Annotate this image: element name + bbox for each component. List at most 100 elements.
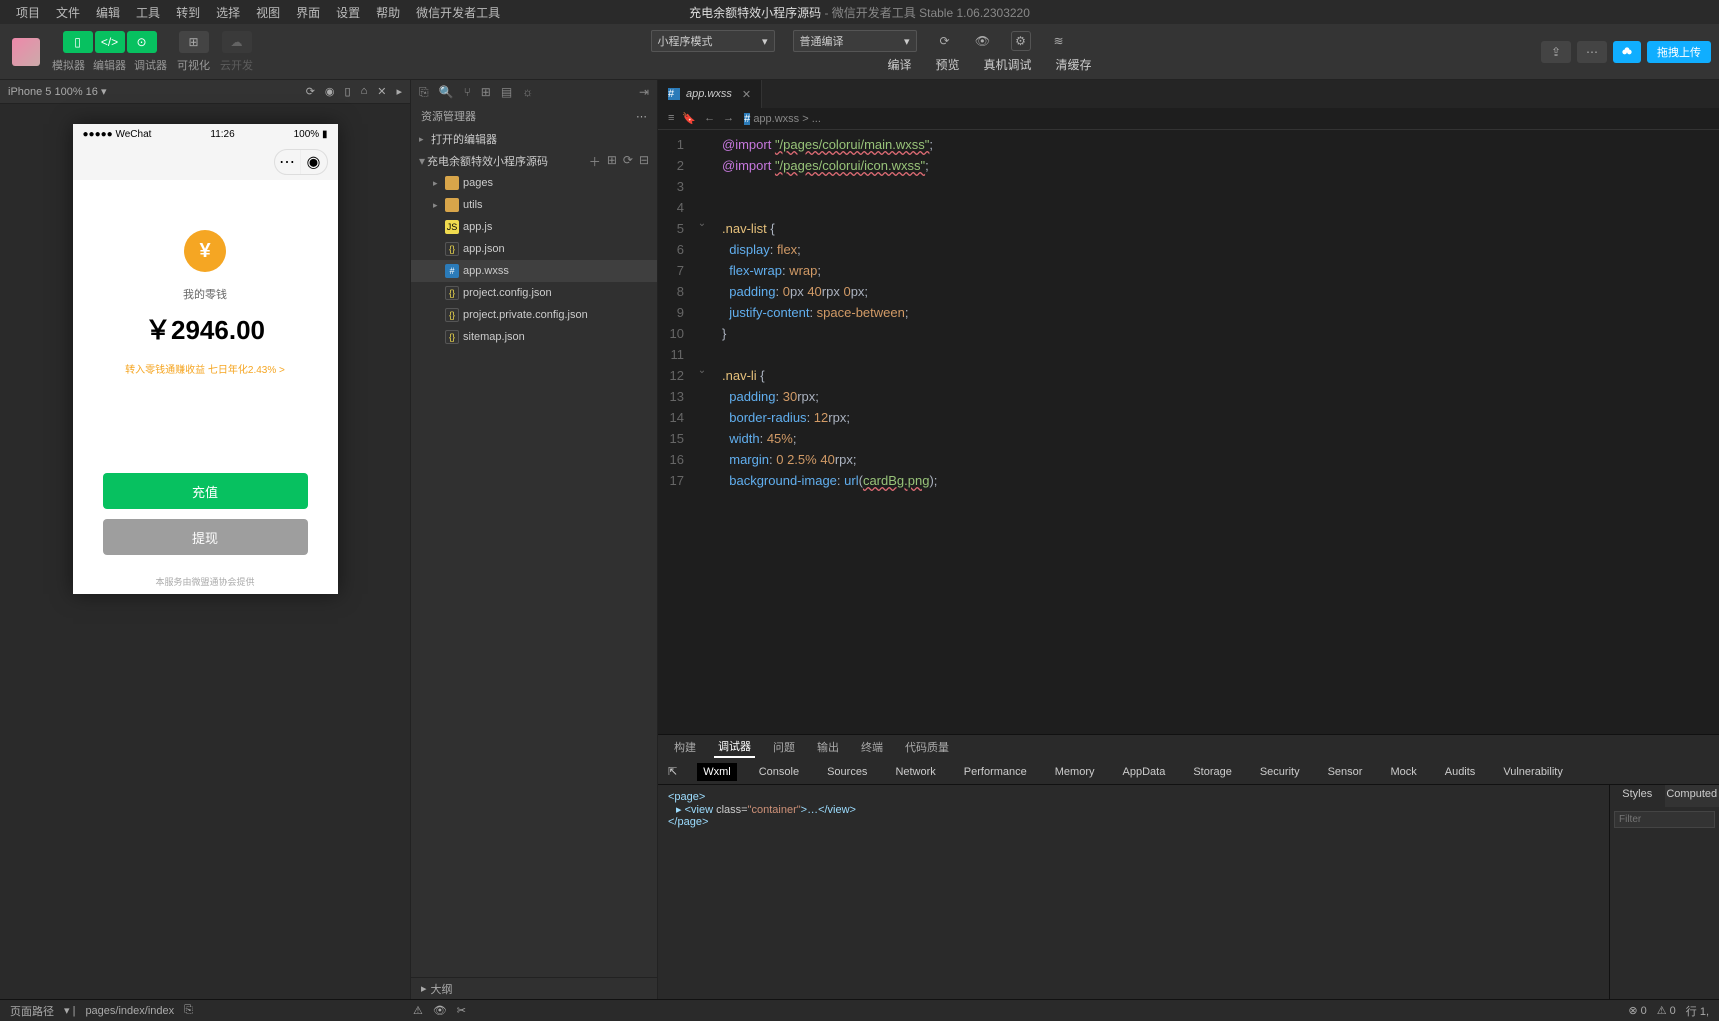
cut-icon[interactable]: ✂ <box>457 1004 466 1017</box>
capsule-menu[interactable]: ⋯ ◉ <box>274 149 328 175</box>
devtab-Storage[interactable]: Storage <box>1187 763 1238 781</box>
drag-upload-button[interactable]: 拖拽上传 <box>1647 41 1711 63</box>
menu-微信开发者工具[interactable]: 微信开发者工具 <box>408 4 508 21</box>
menu-视图[interactable]: 视图 <box>248 4 288 21</box>
err-count[interactable]: ⊗ 0 <box>1628 1004 1646 1017</box>
topup-button[interactable]: 充值 <box>103 473 308 509</box>
visual-button[interactable]: ⊞ <box>179 31 209 53</box>
code-editor[interactable]: 1234567891011121314151617 ⌄⌄ @import "/p… <box>658 130 1719 734</box>
device-selector[interactable]: iPhone 5 100% 16 ▾ <box>8 85 107 98</box>
promo-link[interactable]: 转入零钱通赚收益 七日年化2.43% > <box>125 361 285 376</box>
mute-icon[interactable]: ✕ <box>377 85 386 98</box>
db-icon[interactable]: ▤ <box>501 85 512 100</box>
inspect-icon[interactable]: ⇱ <box>668 765 677 778</box>
file-app.wxss[interactable]: #app.wxss <box>411 260 657 282</box>
menu-工具[interactable]: 工具 <box>128 4 168 21</box>
new-file-icon[interactable]: ＋ <box>589 153 601 170</box>
file-app.js[interactable]: JSapp.js <box>411 216 657 238</box>
dbg-tab-构建[interactable]: 构建 <box>670 737 700 757</box>
devtab-Security[interactable]: Security <box>1254 763 1306 781</box>
devtab-Mock[interactable]: Mock <box>1384 763 1422 781</box>
devtab-AppData[interactable]: AppData <box>1117 763 1172 781</box>
breadcrumb[interactable]: # app.wxss > ... <box>744 113 821 125</box>
refresh-icon[interactable]: ⟳ <box>306 85 315 98</box>
simulator-button[interactable]: ▯ <box>63 31 93 53</box>
menu-选择[interactable]: 选择 <box>208 4 248 21</box>
menu-界面[interactable]: 界面 <box>288 4 328 21</box>
menu-转到[interactable]: 转到 <box>168 4 208 21</box>
real-debug-icon[interactable]: ⚙ <box>1011 31 1031 51</box>
bookmark-icon[interactable]: 🔖 <box>682 112 696 125</box>
close-tab-icon[interactable]: ✕ <box>742 88 751 101</box>
dock-icon[interactable]: ▸ <box>396 85 402 98</box>
devtab-Performance[interactable]: Performance <box>958 763 1033 781</box>
open-editors-section[interactable]: ▸打开的编辑器 <box>411 128 657 150</box>
collapse-tree-icon[interactable]: ⊟ <box>639 153 649 170</box>
copy-path-icon[interactable]: ⎘ <box>184 1004 193 1017</box>
details-icon[interactable]: ⋯ <box>1577 41 1607 63</box>
file-utils[interactable]: ▸utils <box>411 194 657 216</box>
devtab-Memory[interactable]: Memory <box>1049 763 1101 781</box>
menu-编辑[interactable]: 编辑 <box>88 4 128 21</box>
cloud-dev-button[interactable]: ☁ <box>222 31 252 53</box>
styles-filter-input[interactable] <box>1614 811 1715 828</box>
forward-icon[interactable]: → <box>723 112 734 125</box>
close-circle-icon[interactable]: ◉ <box>301 150 327 174</box>
explorer-more-icon[interactable]: ⋯ <box>636 110 647 123</box>
outline-section[interactable]: ▸大纲 <box>411 977 657 999</box>
styles-tab[interactable]: Styles <box>1610 785 1665 807</box>
upload-icon[interactable]: ⇪ <box>1541 41 1571 63</box>
editor-button[interactable]: </> <box>95 31 125 53</box>
file-pages[interactable]: ▸pages <box>411 172 657 194</box>
mode-select[interactable]: 小程序模式▾ <box>651 30 775 52</box>
dbg-tab-输出[interactable]: 输出 <box>813 737 843 757</box>
files-icon[interactable]: ⎘ <box>419 85 429 100</box>
page-path[interactable]: pages/index/index <box>85 1005 174 1017</box>
home-icon[interactable]: ⌂ <box>361 85 368 98</box>
devtab-Vulnerability[interactable]: Vulnerability <box>1497 763 1569 781</box>
computed-tab[interactable]: Computed <box>1665 785 1719 807</box>
compile-icon[interactable]: ⟳ <box>935 31 955 51</box>
eye-icon[interactable]: 👁 <box>433 1004 447 1017</box>
branch-icon[interactable]: ⑂ <box>464 85 471 100</box>
bug-icon[interactable]: ☼ <box>522 85 533 100</box>
search-icon[interactable]: 🔍 <box>439 85 454 100</box>
device-icon[interactable]: ▯ <box>345 85 351 98</box>
devtab-Sources[interactable]: Sources <box>821 763 873 781</box>
menu-设置[interactable]: 设置 <box>328 4 368 21</box>
preview-icon[interactable]: 👁 <box>973 31 993 51</box>
wxml-tree[interactable]: <page> ▸ <view class="container">…</view… <box>658 785 1609 999</box>
new-folder-icon[interactable]: ⊞ <box>607 153 617 170</box>
devtab-Audits[interactable]: Audits <box>1439 763 1482 781</box>
devtab-Network[interactable]: Network <box>889 763 941 781</box>
file-project.private.config.json[interactable]: {}project.private.config.json <box>411 304 657 326</box>
ext-icon[interactable]: ⊞ <box>481 85 491 100</box>
debugger-button[interactable]: ⊙ <box>127 31 157 53</box>
cursor-pos[interactable]: 行 1, <box>1686 1003 1709 1019</box>
dbg-tab-问题[interactable]: 问题 <box>769 737 799 757</box>
devtab-Sensor[interactable]: Sensor <box>1322 763 1369 781</box>
file-app.json[interactable]: {}app.json <box>411 238 657 260</box>
refresh-tree-icon[interactable]: ⟳ <box>623 153 633 170</box>
file-project.config.json[interactable]: {}project.config.json <box>411 282 657 304</box>
menu-项目[interactable]: 项目 <box>8 4 48 21</box>
menu-帮助[interactable]: 帮助 <box>368 4 408 21</box>
project-section[interactable]: ▾充电余额特效小程序源码 ＋ ⊞ ⟳ ⊟ <box>411 150 657 172</box>
user-avatar[interactable] <box>12 38 40 66</box>
collapse-right-icon[interactable]: ⇥ <box>639 85 649 99</box>
list-icon[interactable]: ≡ <box>668 112 674 125</box>
back-icon[interactable]: ← <box>704 112 715 125</box>
withdraw-button[interactable]: 提现 <box>103 519 308 555</box>
cloud-sync-icon[interactable] <box>1613 41 1641 63</box>
compile-select[interactable]: 普通编译▾ <box>793 30 917 52</box>
tab-app-wxss[interactable]: # app.wxss ✕ <box>658 80 762 108</box>
clear-cache-icon[interactable]: ≋ <box>1049 31 1069 51</box>
dbg-tab-代码质量[interactable]: 代码质量 <box>901 737 953 757</box>
dbg-tab-终端[interactable]: 终端 <box>857 737 887 757</box>
warning-icon[interactable]: ⚠ <box>413 1004 423 1017</box>
dbg-tab-调试器[interactable]: 调试器 <box>714 736 755 758</box>
menu-dots-icon[interactable]: ⋯ <box>275 150 301 174</box>
record-icon[interactable]: ◉ <box>325 85 335 98</box>
warn-count[interactable]: ⚠ 0 <box>1657 1004 1676 1017</box>
file-sitemap.json[interactable]: {}sitemap.json <box>411 326 657 348</box>
